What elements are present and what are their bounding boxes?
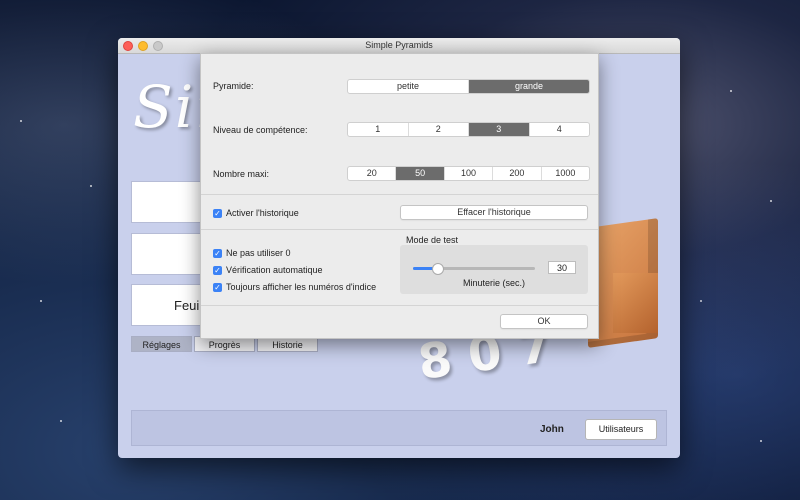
max-option-20[interactable]: 20: [348, 167, 397, 180]
test-mode-panel: 30 Minuterie (sec.): [400, 245, 588, 294]
divider: [201, 229, 598, 230]
zoom-button[interactable]: [153, 41, 163, 51]
tab-settings[interactable]: Réglages: [131, 336, 192, 352]
clear-history-button[interactable]: Effacer l'historique: [400, 205, 588, 220]
option-no-zero[interactable]: ✓ Ne pas utiliser 0: [213, 248, 291, 258]
level-option-2[interactable]: 2: [409, 123, 469, 136]
timer-slider[interactable]: [413, 263, 535, 275]
option-show-index[interactable]: ✓ Toujours afficher les numéros d'indice: [213, 282, 376, 292]
menu-button-1[interactable]: [131, 181, 201, 223]
divider: [201, 194, 598, 195]
history-checkbox-row[interactable]: ✓ Activer l'historique: [213, 208, 299, 218]
level-option-1[interactable]: 1: [348, 123, 409, 136]
pyramid-cube-decoration: [613, 273, 658, 333]
timer-value-field[interactable]: 30: [548, 261, 576, 274]
test-mode-title: Mode de test: [406, 235, 459, 245]
users-button[interactable]: Utilisateurs: [585, 419, 657, 440]
max-option-100[interactable]: 100: [445, 167, 494, 180]
timer-slider-thumb[interactable]: [432, 263, 445, 275]
option-label: Vérification automatique: [226, 265, 323, 275]
option-auto-check[interactable]: ✓ Vérification automatique: [213, 265, 323, 275]
history-checkbox-label: Activer l'historique: [226, 208, 299, 218]
close-button[interactable]: [123, 41, 133, 51]
max-number-label: Nombre maxi:: [213, 169, 270, 179]
user-bar: John Utilisateurs: [131, 410, 667, 446]
menu-button-2[interactable]: [131, 233, 201, 275]
max-option-1000[interactable]: 1000: [542, 167, 589, 180]
checkbox-checked-icon[interactable]: ✓: [213, 208, 222, 218]
option-label: Toujours afficher les numéros d'indice: [226, 282, 377, 292]
option-label: Ne pas utiliser 0: [226, 248, 291, 258]
menu-button-3[interactable]: Feuil: [131, 284, 202, 326]
window-title: Simple Pyramids: [365, 40, 433, 50]
max-option-50[interactable]: 50: [396, 167, 445, 180]
minimize-button[interactable]: [138, 41, 148, 51]
timer-label: Minuterie (sec.): [462, 278, 525, 288]
skill-level-label: Niveau de compétence:: [213, 125, 308, 135]
pyramid-option-large[interactable]: grande: [469, 80, 589, 93]
window-titlebar: Simple Pyramids: [118, 38, 680, 54]
level-option-3[interactable]: 3: [469, 123, 530, 136]
skill-level-selector[interactable]: 1 2 3 4: [347, 122, 590, 137]
pyramid-size-selector[interactable]: petite grande: [347, 79, 590, 94]
pyramid-label: Pyramide:: [213, 81, 254, 91]
ok-button[interactable]: OK: [500, 314, 588, 329]
level-option-4[interactable]: 4: [530, 123, 590, 136]
divider: [201, 305, 598, 306]
checkbox-checked-icon[interactable]: ✓: [213, 248, 222, 258]
checkbox-checked-icon[interactable]: ✓: [213, 282, 222, 292]
settings-sheet: Pyramide: petite grande Niveau de compét…: [200, 53, 599, 339]
max-option-200[interactable]: 200: [493, 167, 542, 180]
pyramid-option-small[interactable]: petite: [348, 80, 469, 93]
current-user-name: John: [540, 424, 564, 435]
max-number-selector[interactable]: 20 50 100 200 1000: [347, 166, 590, 181]
checkbox-checked-icon[interactable]: ✓: [213, 265, 222, 275]
